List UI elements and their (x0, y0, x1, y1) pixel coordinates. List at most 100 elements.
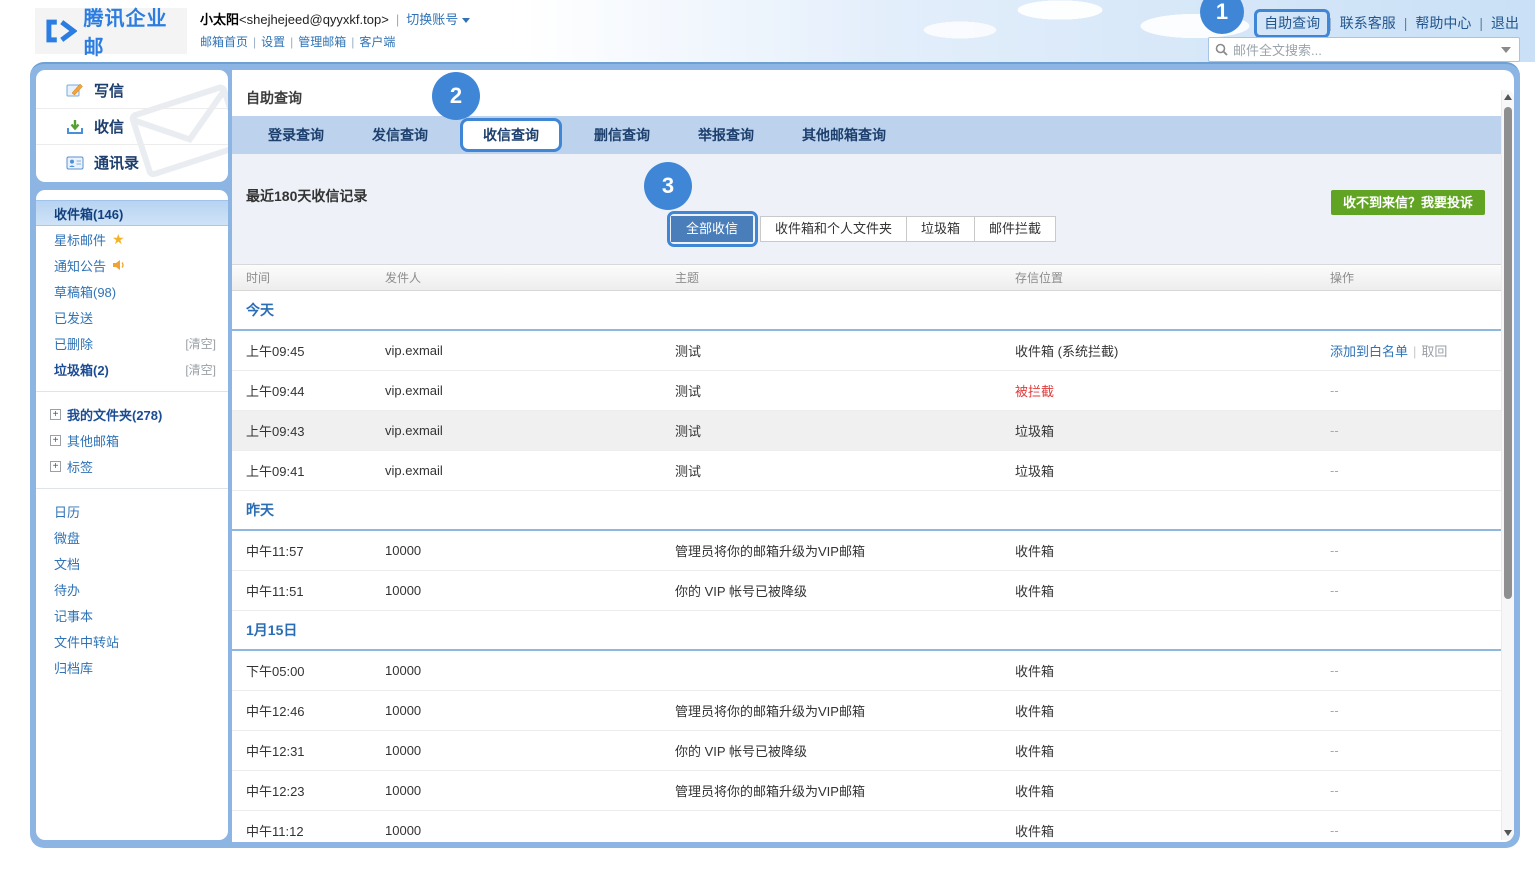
sidebar-app-5[interactable]: 记事本 (36, 602, 228, 628)
table-row[interactable]: 中午12:4610000管理员将你的邮箱升级为VIP邮箱收件箱-- (232, 691, 1501, 731)
sidebar-app-6[interactable]: 文件中转站 (36, 628, 228, 654)
sidebar-tree-2[interactable]: +其他邮箱 (36, 427, 228, 453)
switch-account-link[interactable]: 切换账号 (406, 12, 458, 27)
cell-sender: 10000 (385, 663, 675, 678)
sidebar-folder-5[interactable]: 已发送 (36, 304, 228, 330)
top-link-3[interactable]: 帮助中心 (1413, 15, 1473, 31)
expand-icon[interactable]: + (50, 461, 61, 472)
separator: | (1479, 15, 1483, 31)
sidebar-action-2[interactable]: 收信 (36, 108, 228, 144)
cell-action: -- (1330, 583, 1501, 598)
sidebar-folder-7[interactable]: 垃圾箱(2) [清空] (36, 356, 228, 382)
tab-6[interactable]: 其他邮箱查询 (778, 116, 910, 154)
search-icon (1215, 43, 1228, 56)
table-row[interactable]: 上午09:41vip.exmail测试垃圾箱-- (232, 451, 1501, 491)
clear-folder-button[interactable]: [清空] (185, 361, 216, 378)
account-nav-link-3[interactable]: 管理邮箱 (298, 35, 346, 49)
account-nav-links: 邮箱首页|设置|管理邮箱|客户端 (200, 33, 470, 50)
no-action-placeholder: -- (1330, 543, 1339, 558)
clear-folder-button[interactable]: [清空] (185, 335, 216, 352)
table-body: 今天上午09:45vip.exmail测试收件箱 (系统拦截)添加到白名单|取回… (232, 291, 1501, 842)
table-row[interactable]: 上午09:44vip.exmail测试被拦截-- (232, 371, 1501, 411)
cell-time: 上午09:41 (232, 461, 385, 480)
top-right-links: 自助查询|联系客服|帮助中心|退出 (1262, 13, 1521, 33)
table-row[interactable]: 中午11:5110000你的 VIP 帐号已被降级收件箱-- (232, 571, 1501, 611)
mailbox-filters: 全部收信收件箱和个人文件夹垃圾箱邮件拦截 (672, 216, 1056, 242)
complaint-button[interactable]: 收不到来信？我要投诉 (1331, 190, 1485, 215)
sidebar-action-1[interactable]: 写信 (36, 72, 228, 108)
tab-1[interactable]: 登录查询 (244, 116, 348, 154)
sidebar-tree-1[interactable]: +我的文件夹(278) (36, 401, 228, 427)
tab-2[interactable]: 发信查询 (348, 116, 452, 154)
scroll-down-arrow-icon[interactable] (1504, 830, 1512, 836)
table-row[interactable]: 中午11:1210000收件箱-- (232, 811, 1501, 842)
sidebar-app-2[interactable]: 微盘 (36, 524, 228, 550)
retrieve-link[interactable]: 取回 (1421, 344, 1447, 359)
cell-location: 收件箱 (系统拦截) (1015, 341, 1330, 360)
sidebar-tree-3[interactable]: + 标签 (36, 453, 228, 479)
cell-action: -- (1330, 543, 1501, 558)
sidebar-app-3[interactable]: 文档 (36, 550, 228, 576)
account-nav-link-2[interactable]: 设置 (261, 35, 285, 49)
expand-icon[interactable]: + (50, 435, 61, 446)
cell-subject: 测试 (675, 381, 1015, 400)
cell-location: 收件箱 (1015, 821, 1330, 840)
no-action-placeholder: -- (1330, 783, 1339, 798)
cell-action: -- (1330, 823, 1501, 838)
sidebar-app-4[interactable]: 待办 (36, 576, 228, 602)
divider (36, 391, 228, 392)
table-row[interactable]: 上午09:43vip.exmail测试垃圾箱-- (232, 411, 1501, 451)
filter-button-3[interactable]: 垃圾箱 (906, 216, 975, 242)
sidebar-folder-1[interactable]: 收件箱(146) (36, 200, 228, 226)
tree-label: 标签 (67, 457, 93, 476)
sidebar-app-7[interactable]: 归档库 (36, 654, 228, 680)
sidebar-action-label: 收信 (94, 116, 124, 137)
sidebar-action-3[interactable]: 通讯录 (36, 144, 228, 180)
filter-button-4[interactable]: 邮件拦截 (974, 216, 1056, 242)
star-icon: ★ (112, 232, 125, 246)
account-nav-link-1[interactable]: 邮箱首页 (200, 35, 248, 49)
mail-container: 写信收信通讯录 收件箱(146)星标邮件★通知公告草稿箱(98)已发送已删除[清… (30, 62, 1520, 848)
table-row[interactable]: 上午09:45vip.exmail测试收件箱 (系统拦截)添加到白名单|取回 (232, 331, 1501, 371)
sidebar-folder-6[interactable]: 已删除[清空] (36, 330, 228, 356)
tab-3[interactable]: 收信查询 (460, 118, 562, 152)
expand-icon[interactable]: + (50, 409, 61, 420)
top-link-1[interactable]: 自助查询 (1262, 15, 1322, 31)
search-dropdown-caret-icon[interactable] (1501, 47, 1511, 53)
cell-action: -- (1330, 463, 1501, 478)
tab-4[interactable]: 删信查询 (570, 116, 674, 154)
filter-button-1[interactable]: 全部收信 (671, 216, 753, 242)
sidebar-folder-2[interactable]: 星标邮件★ (36, 226, 228, 252)
cell-subject: 测试 (675, 341, 1015, 360)
table-row[interactable]: 下午05:0010000收件箱-- (232, 651, 1501, 691)
cell-location: 垃圾箱 (1015, 461, 1330, 480)
cell-time: 中午11:57 (232, 541, 385, 560)
account-nav-link-4[interactable]: 客户端 (359, 35, 395, 49)
mail-search-input[interactable]: 邮件全文搜索... (1208, 37, 1520, 62)
account-block: 小太阳<shejhejeed@qyyxkf.top>|切换账号 邮箱首页|设置|… (200, 9, 470, 50)
sidebar-folder-3[interactable]: 通知公告 (36, 252, 228, 278)
tab-5[interactable]: 举报查询 (674, 116, 778, 154)
sidebar-folder-4[interactable]: 草稿箱(98) (36, 278, 228, 304)
exmail-page: 腾讯企业邮 小太阳<shejhejeed@qyyxkf.top>|切换账号 邮箱… (0, 0, 1535, 877)
separator: | (253, 35, 256, 49)
top-link-2[interactable]: 联系客服 (1338, 15, 1398, 31)
separator: | (396, 12, 399, 27)
folder-label: 垃圾箱(2) (54, 360, 109, 379)
cell-subject: 测试 (675, 421, 1015, 440)
cell-subject: 管理员将你的邮箱升级为VIP邮箱 (675, 541, 1015, 560)
main-content: 自助查询 登录查询发信查询收信查询删信查询举报查询其他邮箱查询 最近180天收信… (232, 70, 1514, 842)
tencent-exmail-logo[interactable]: 腾讯企业邮 (35, 8, 187, 54)
add-whitelist-link[interactable]: 添加到白名单 (1330, 344, 1408, 359)
scrollbar-thumb[interactable] (1504, 107, 1512, 599)
cell-time: 中午11:51 (232, 581, 385, 600)
table-row[interactable]: 中午12:2310000管理员将你的邮箱升级为VIP邮箱收件箱-- (232, 771, 1501, 811)
main-scroll-area: 自助查询 登录查询发信查询收信查询删信查询举报查询其他邮箱查询 最近180天收信… (232, 70, 1501, 842)
table-row[interactable]: 中午11:5710000管理员将你的邮箱升级为VIP邮箱收件箱-- (232, 531, 1501, 571)
filter-button-2[interactable]: 收件箱和个人文件夹 (760, 216, 907, 242)
scroll-up-arrow-icon[interactable] (1504, 94, 1512, 100)
table-row[interactable]: 中午12:3110000你的 VIP 帐号已被降级收件箱-- (232, 731, 1501, 771)
sidebar-app-1[interactable]: 日历 (36, 498, 228, 524)
vertical-scrollbar[interactable] (1501, 90, 1514, 840)
top-link-4[interactable]: 退出 (1489, 15, 1521, 31)
